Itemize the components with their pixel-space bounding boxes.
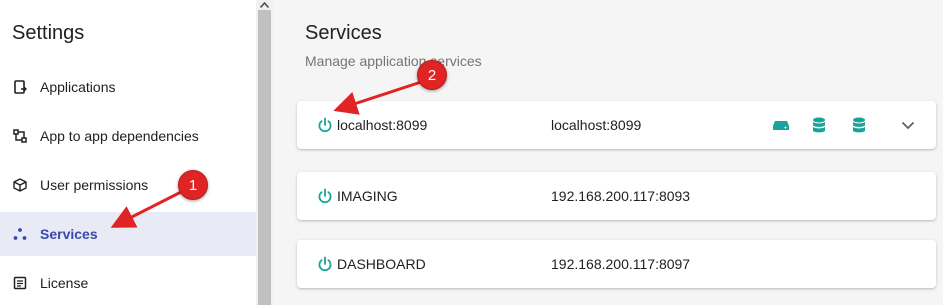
database-icon[interactable] <box>849 115 869 135</box>
sidebar-item-label: Applications <box>40 79 116 95</box>
service-card[interactable]: localhost:8099 localhost:8099 <box>297 101 936 149</box>
service-card[interactable]: DASHBOARD 192.168.200.117:8097 <box>297 240 936 288</box>
annotation-badge-2: 2 <box>417 60 447 90</box>
page-subtitle: Manage application services <box>305 53 482 69</box>
sidebar-item-label: User permissions <box>40 177 149 193</box>
service-address: 192.168.200.117:8093 <box>551 188 691 204</box>
page-title: Services <box>305 22 382 44</box>
sidebar: Settings Applications App to app depende… <box>0 0 256 305</box>
database-icon[interactable] <box>809 115 829 135</box>
sidebar-item-services[interactable]: Services <box>0 212 256 256</box>
service-name: localhost:8099 <box>337 117 428 133</box>
dependencies-icon <box>12 128 28 144</box>
service-card[interactable]: IMAGING 192.168.200.117:8093 <box>297 172 936 220</box>
cube-icon <box>12 177 28 193</box>
sidebar-item-app-dependencies[interactable]: App to app dependencies <box>0 114 256 158</box>
license-icon <box>12 275 28 291</box>
hard-drive-icon[interactable] <box>771 115 791 135</box>
app-root: Settings Applications App to app depende… <box>0 0 943 305</box>
sidebar-item-label: Services <box>40 226 98 242</box>
application-icon <box>12 79 28 95</box>
scroll-up-arrow-icon[interactable] <box>258 0 271 10</box>
sidebar-item-label: App to app dependencies <box>40 128 199 144</box>
services-icon <box>12 226 28 242</box>
service-address: 192.168.200.117:8097 <box>551 256 691 272</box>
power-icon[interactable] <box>317 256 333 272</box>
sidebar-title: Settings <box>12 22 85 44</box>
sidebar-item-user-permissions[interactable]: User permissions <box>0 163 256 207</box>
power-icon[interactable] <box>317 188 333 204</box>
service-name: DASHBOARD <box>337 256 426 272</box>
sidebar-item-label: License <box>40 275 89 291</box>
sidebar-item-license[interactable]: License <box>0 261 256 305</box>
power-icon[interactable] <box>317 117 333 133</box>
annotation-badge-1: 1 <box>178 170 208 200</box>
service-address: localhost:8099 <box>551 117 642 133</box>
chevron-down-icon[interactable] <box>898 115 918 135</box>
main-content: Services Manage application services loc… <box>273 0 943 305</box>
scrollbar-thumb[interactable] <box>258 10 271 305</box>
sidebar-item-applications[interactable]: Applications <box>0 65 256 109</box>
service-name: IMAGING <box>337 188 398 204</box>
